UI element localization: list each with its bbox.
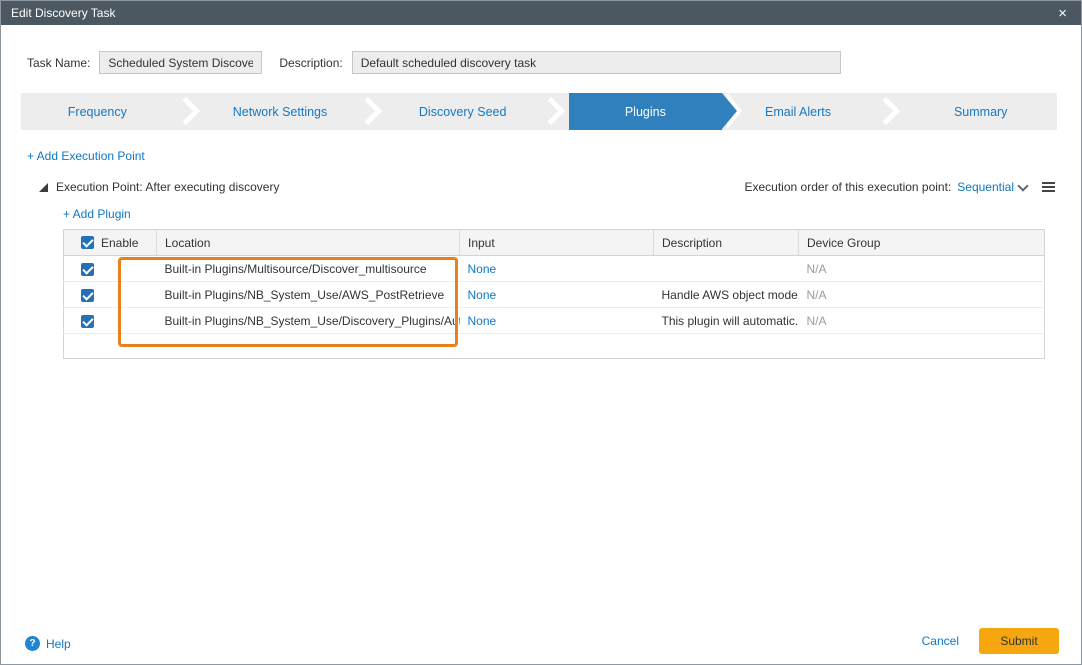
tab-label: Plugins xyxy=(625,105,666,119)
plugin-location: Built-in Plugins/NB_System_Use/Discovery… xyxy=(165,314,460,328)
tab-plugins[interactable]: Plugins xyxy=(569,93,722,130)
plugin-input-link[interactable]: None xyxy=(468,288,497,302)
dialog-titlebar: Edit Discovery Task × xyxy=(1,1,1081,25)
help-label: Help xyxy=(46,637,71,651)
tab-separator-chevron xyxy=(874,93,904,130)
execution-order-value: Sequential xyxy=(957,180,1014,194)
plugin-table-header-row: Enable Location Input Description Device… xyxy=(64,230,1045,256)
header-input: Input xyxy=(460,230,654,256)
execution-order-controls: Execution order of this execution point:… xyxy=(744,180,1055,194)
row-enable-checkbox[interactable] xyxy=(81,315,94,328)
add-plugin-link[interactable]: + Add Plugin xyxy=(63,207,131,221)
tab-separator-chevron xyxy=(174,93,204,130)
plugin-input-link[interactable]: None xyxy=(468,262,497,276)
tab-network-settings[interactable]: Network Settings xyxy=(204,93,357,130)
help-icon: ? xyxy=(25,636,40,651)
tab-label: Network Settings xyxy=(233,105,327,119)
execution-order-dropdown[interactable]: Sequential xyxy=(957,180,1027,194)
description-input[interactable] xyxy=(352,51,841,74)
row-enable-checkbox[interactable] xyxy=(81,263,94,276)
header-device-group: Device Group xyxy=(799,230,1045,256)
edit-discovery-task-dialog: Edit Discovery Task × Task Name: Descrip… xyxy=(0,0,1082,665)
plugin-input-link[interactable]: None xyxy=(468,314,497,328)
plugin-table-body: Built-in Plugins/Multisource/Discover_mu… xyxy=(64,256,1045,359)
plugin-location: Built-in Plugins/Multisource/Discover_mu… xyxy=(165,262,427,276)
plugin-table-wrap: Enable Location Input Description Device… xyxy=(63,229,1045,359)
tab-label: Discovery Seed xyxy=(419,105,507,119)
plugin-location: Built-in Plugins/NB_System_Use/AWS_PostR… xyxy=(165,288,445,302)
task-name-input[interactable] xyxy=(99,51,262,74)
header-location: Location xyxy=(157,230,460,256)
tab-email-alerts[interactable]: Email Alerts xyxy=(722,93,875,130)
footer-actions: Cancel Submit xyxy=(922,628,1059,654)
row-enable-checkbox[interactable] xyxy=(81,289,94,302)
plugin-row: Built-in Plugins/Multisource/Discover_mu… xyxy=(64,256,1045,282)
plugin-row: Built-in Plugins/NB_System_Use/AWS_PostR… xyxy=(64,282,1045,308)
collapse-triangle-icon xyxy=(39,183,48,192)
tab-summary[interactable]: Summary xyxy=(904,93,1057,130)
execution-point-header: Execution Point: After executing discove… xyxy=(39,180,1055,194)
add-execution-point-row: + Add Execution Point xyxy=(27,149,1081,163)
chevron-down-icon xyxy=(1017,180,1028,191)
empty-row xyxy=(64,334,1045,359)
header-enable-cell: Enable xyxy=(64,230,157,256)
add-execution-point-link[interactable]: + Add Execution Point xyxy=(27,149,145,163)
plugin-table: Enable Location Input Description Device… xyxy=(63,229,1045,359)
header-description: Description xyxy=(654,230,799,256)
tab-separator-chevron xyxy=(539,93,569,130)
plugin-description: This plugin will automatic... xyxy=(662,314,799,328)
task-form-row: Task Name: Description: xyxy=(27,51,1057,74)
header-enable-checkbox[interactable] xyxy=(81,236,94,249)
description-label: Description: xyxy=(279,56,342,70)
dialog-title: Edit Discovery Task xyxy=(11,6,115,20)
menu-icon[interactable] xyxy=(1042,182,1055,192)
tab-discovery-seed[interactable]: Discovery Seed xyxy=(386,93,539,130)
tab-label: Summary xyxy=(954,105,1007,119)
tab-frequency[interactable]: Frequency xyxy=(21,93,174,130)
tab-label: Frequency xyxy=(68,105,127,119)
close-icon[interactable]: × xyxy=(1054,6,1071,21)
task-name-label: Task Name: xyxy=(27,56,90,70)
cancel-button[interactable]: Cancel xyxy=(922,634,959,648)
tab-label: Email Alerts xyxy=(765,105,831,119)
execution-point-title: Execution Point: After executing discove… xyxy=(56,180,279,194)
tab-strip: Frequency Network Settings Discovery Seed P… xyxy=(21,93,1057,130)
execution-order-label: Execution order of this execution point: xyxy=(744,180,951,194)
add-plugin-row: + Add Plugin xyxy=(63,207,1081,221)
submit-button[interactable]: Submit xyxy=(979,628,1059,654)
tab-separator-chevron xyxy=(356,93,386,130)
plugin-row: Built-in Plugins/NB_System_Use/Discovery… xyxy=(64,308,1045,334)
plugin-device-group: N/A xyxy=(807,314,827,328)
plugin-device-group: N/A xyxy=(807,288,827,302)
plugin-device-group: N/A xyxy=(807,262,827,276)
help-link[interactable]: ? Help xyxy=(25,636,71,651)
execution-point-toggle[interactable]: Execution Point: After executing discove… xyxy=(39,180,279,194)
plugin-description: Handle AWS object mode... xyxy=(662,288,799,302)
header-enable-label: Enable xyxy=(101,236,138,250)
